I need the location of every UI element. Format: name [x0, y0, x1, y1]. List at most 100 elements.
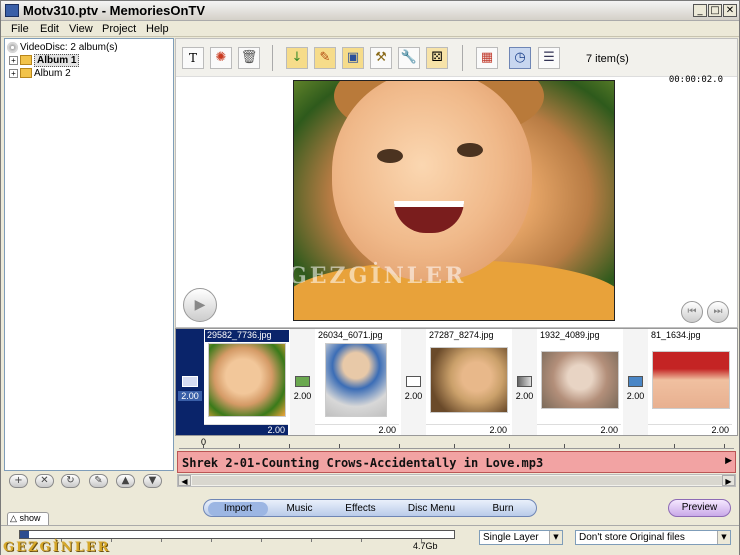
clip-filename: 26034_6071.jpg [318, 330, 383, 340]
timeline-view-button[interactable]: ◷ [509, 47, 531, 69]
capacity-label: 4.7Gb [413, 541, 438, 551]
next-button[interactable]: ⏭ [707, 301, 729, 323]
tree-item-album-1[interactable]: + Album 1 [9, 54, 80, 68]
menu-help[interactable]: Help [146, 23, 169, 35]
delete-button[interactable]: 🗑 [238, 47, 260, 69]
music-track[interactable]: Shrek 2-01-Counting Crows-Accidentally i… [177, 451, 736, 473]
scroll-thumb[interactable] [192, 476, 722, 485]
settings-button[interactable]: ✺ [210, 47, 232, 69]
filmstrip-clip[interactable]: 26034_6071.jpg 2.00 [315, 329, 401, 435]
ruler-tick [509, 444, 510, 448]
clip-thumbnail [325, 343, 387, 417]
ruler-tick [203, 444, 204, 448]
wrench-button[interactable]: 🔧 [398, 47, 420, 69]
filmstrip-clip[interactable]: 81_1634.jpg 2.00 [648, 329, 734, 435]
menu-view[interactable]: View [69, 23, 93, 35]
filmstrip-clip[interactable]: 1932_4089.jpg 2.00 [537, 329, 623, 435]
play-button[interactable]: ▶ [183, 288, 217, 322]
filmstrip-start-transition[interactable]: 2.00 [176, 329, 204, 435]
move-up-button[interactable]: ▲ [116, 474, 135, 488]
transition-icon [628, 376, 643, 387]
menu-file[interactable]: File [11, 23, 29, 35]
preview-image-eye [377, 149, 403, 163]
disc-icon [7, 42, 18, 53]
album-tree[interactable]: VideoDisc: 2 album(s) + Album 1 + Album 2 [4, 38, 174, 471]
close-button[interactable]: ✕ [723, 4, 737, 17]
expand-icon[interactable]: + [9, 55, 18, 65]
photo-save-button[interactable]: ▣ [342, 47, 364, 69]
transition-duration: 2.00 [404, 391, 423, 401]
folder-icon [20, 68, 32, 79]
capacity-fill [20, 531, 29, 538]
filmstrip-transition[interactable]: 2.00 [290, 329, 315, 435]
chevron-down-icon: ▼ [717, 531, 730, 544]
tools-button[interactable]: ⚒ [370, 47, 392, 69]
move-down-button[interactable]: ▼ [143, 474, 162, 488]
title-bar[interactable]: Motv310.ptv - MemoriesOnTV _ □ ✕ [1, 1, 739, 21]
expand-icon[interactable]: + [9, 68, 18, 78]
collapse-icon: △ [10, 513, 17, 523]
watermark-logo: GEZGİNLER [3, 540, 111, 555]
list-view-button[interactable]: ☰ [538, 47, 560, 69]
thumbnail-view-button[interactable]: ▦ [476, 47, 498, 69]
tab-music[interactable]: Music [272, 502, 327, 516]
scroll-right-icon[interactable]: ▶ [722, 475, 735, 486]
filmstrip[interactable]: 2.00 29582_7736.jpg 2.00 2.00 26034_6071… [175, 328, 738, 436]
scroll-left-icon[interactable]: ◀ [178, 475, 191, 486]
watermark: GEZGİNLER [288, 263, 467, 289]
minimize-button[interactable]: _ [693, 4, 707, 17]
ruler-tick [674, 444, 675, 448]
preview-button[interactable]: Preview [668, 499, 731, 517]
add-text-button[interactable]: T [182, 47, 204, 69]
edit-button[interactable]: ✎ [89, 474, 108, 488]
capacity-tick [161, 539, 162, 542]
tree-item-label: Album 1 [34, 54, 80, 67]
maximize-button[interactable]: □ [708, 4, 722, 17]
rotate-button[interactable]: ↻ [61, 474, 80, 488]
tools-icon: ⚒ [375, 50, 387, 65]
tree-root-label: VideoDisc: 2 album(s) [20, 42, 118, 54]
ruler-tick [619, 444, 620, 448]
ruler-tick [399, 444, 400, 448]
disc-capacity-bar [19, 530, 455, 539]
remove-icon: ✕ [40, 475, 49, 486]
photo-edit-button[interactable]: ✎ [314, 47, 336, 69]
transition-duration: 2.00 [178, 391, 202, 401]
horizontal-scrollbar[interactable]: ◀ ▶ [177, 474, 736, 487]
import-photo-button[interactable]: ↓ [286, 47, 308, 69]
wrench-icon: 🔧 [400, 50, 418, 65]
tab-effects[interactable]: Effects [332, 502, 389, 516]
filmstrip-transition[interactable]: 2.00 [623, 329, 648, 435]
thumbnail-view-icon: ▦ [480, 50, 494, 65]
clip-filename: 29582_7736.jpg [205, 330, 289, 342]
original-files-select[interactable]: Don't store Original files ▼ [575, 530, 731, 545]
tab-burn[interactable]: Burn [474, 502, 532, 516]
text-icon: T [188, 51, 197, 65]
menu-project[interactable]: Project [102, 23, 136, 35]
timeline-ruler[interactable]: 0 [179, 437, 734, 449]
add-icon: + [14, 475, 23, 486]
app-icon [5, 4, 19, 17]
filmstrip-clip[interactable]: 27287_8274.jpg 2.00 [426, 329, 512, 435]
move-down-icon: ▼ [148, 475, 157, 486]
layer-select[interactable]: Single Layer ▼ [479, 530, 563, 545]
tree-item-album-2[interactable]: + Album 2 [9, 68, 71, 81]
tab-disc-menu[interactable]: Disc Menu [394, 502, 469, 516]
tree-item-label: Album 2 [34, 68, 71, 79]
trash-icon: 🗑 [240, 50, 258, 65]
previous-button[interactable]: ⏮ [681, 301, 703, 323]
transition-duration: 2.00 [626, 391, 645, 401]
filmstrip-clip[interactable]: 29582_7736.jpg 2.00 [204, 329, 290, 435]
filmstrip-transition[interactable]: 2.00 [512, 329, 537, 435]
transition-icon [517, 376, 532, 387]
show-tab[interactable]: △ show [7, 512, 49, 525]
tab-import[interactable]: Import [208, 502, 268, 516]
ruler-tick [454, 444, 455, 448]
remove-button[interactable]: ✕ [35, 474, 54, 488]
original-files-select-value: Don't store Original files [579, 532, 685, 543]
transition-icon [182, 376, 198, 387]
random-button[interactable]: ⚄ [426, 47, 448, 69]
menu-edit[interactable]: Edit [40, 23, 59, 35]
filmstrip-transition[interactable]: 2.00 [401, 329, 426, 435]
add-button[interactable]: + [9, 474, 28, 488]
